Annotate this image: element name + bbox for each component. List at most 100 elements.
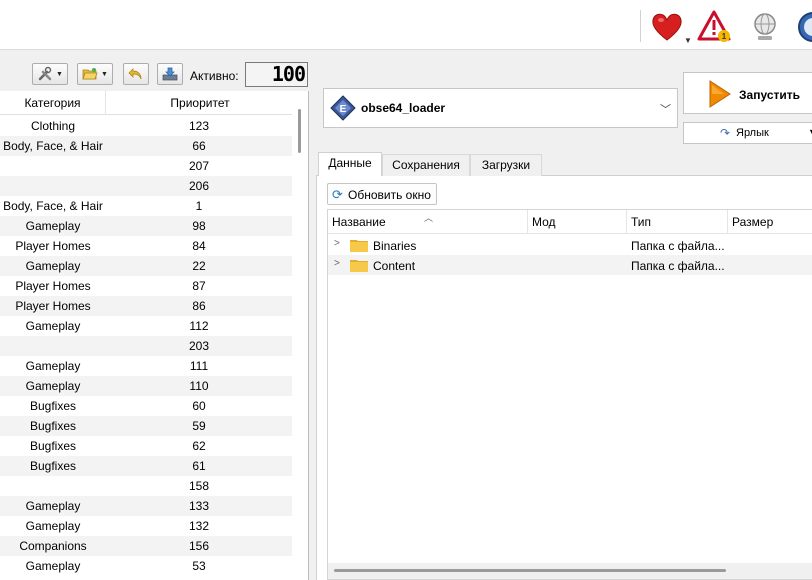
file-tree-row[interactable]: > Binaries Папка с файла...	[328, 235, 812, 255]
executable-name: obse64_loader	[361, 101, 446, 115]
mod-priority: 98	[192, 219, 206, 233]
mod-priority: 133	[188, 499, 210, 513]
mod-row[interactable]: Body, Face, & Hair 1	[0, 196, 292, 216]
column-header-type[interactable]: Тип	[627, 210, 728, 234]
mod-list-scrollbar[interactable]	[292, 91, 308, 580]
mod-category	[0, 156, 106, 176]
refresh-icon: ⟳	[332, 187, 343, 202]
file-tree-header: ︿ Название Мод Тип Размер	[328, 210, 812, 234]
folder-icon	[350, 260, 368, 272]
column-header-category[interactable]: Категория	[0, 91, 106, 115]
tab-saves[interactable]: Сохранения	[382, 154, 470, 176]
top-toolbar: ▼ 1	[0, 0, 812, 50]
warning-icon[interactable]: 1	[697, 9, 731, 43]
mod-list-rows: Clothing 123 Body, Face, & Hair 66 207 206 Bod…	[0, 116, 292, 576]
mod-priority: 60	[192, 399, 206, 413]
column-header-size[interactable]: Размер	[728, 210, 812, 234]
mod-row[interactable]: Gameplay 112	[0, 316, 292, 336]
mod-row[interactable]: Clothing 123	[0, 116, 292, 136]
mod-row[interactable]: Gameplay 53	[0, 556, 292, 576]
undo-arrow-icon	[128, 68, 142, 80]
mod-row[interactable]: Player Homes 86	[0, 296, 292, 316]
tab-downloads[interactable]: Загрузки	[470, 154, 542, 176]
archive-menu-button[interactable]: ▼	[77, 63, 113, 85]
folder-icon	[350, 240, 368, 252]
executable-icon: E	[330, 95, 356, 121]
mod-category: Gameplay	[25, 219, 81, 233]
mod-category: Player Homes	[15, 279, 91, 293]
mod-priority: 156	[188, 539, 210, 553]
run-button[interactable]: Запустить	[683, 72, 812, 114]
mod-category: Gameplay	[25, 259, 81, 273]
mod-priority: 62	[192, 439, 206, 453]
mod-row[interactable]: Bugfixes 61	[0, 456, 292, 476]
column-header-mod[interactable]: Мод	[528, 210, 627, 234]
chevron-right-icon[interactable]: >	[334, 238, 340, 249]
mod-row[interactable]: Companions 156	[0, 536, 292, 556]
mod-row[interactable]: 158	[0, 476, 292, 496]
dropdown-caret-icon: ▼	[684, 36, 692, 45]
file-tree-row[interactable]: > Content Папка с файла...	[328, 255, 812, 275]
nexus-globe-icon[interactable]	[748, 10, 782, 44]
mod-list-header: Категория Приоритет	[0, 91, 292, 115]
mod-priority: 59	[192, 419, 206, 433]
right-panel-tabs: Данные Сохранения Загрузки	[316, 152, 812, 177]
undo-button[interactable]	[123, 63, 149, 85]
mod-row[interactable]: 206	[0, 176, 292, 196]
file-tree-name: Binaries	[373, 239, 417, 253]
mod-row[interactable]: Gameplay 111	[0, 356, 292, 376]
data-file-tree: ︿ Название Мод Тип Размер > Binaries Папк…	[327, 209, 812, 580]
file-tree-hscrollbar[interactable]	[328, 563, 812, 579]
mod-row[interactable]: Player Homes 87	[0, 276, 292, 296]
mod-row[interactable]: Player Homes 84	[0, 236, 292, 256]
scrollbar-thumb[interactable]	[298, 109, 301, 153]
shortcut-button[interactable]: ↷ Ярлык ▼	[683, 122, 812, 144]
mod-row[interactable]: Bugfixes 59	[0, 416, 292, 436]
column-header-name-label: Название	[332, 215, 386, 229]
mod-row[interactable]: 207	[0, 156, 292, 176]
export-button[interactable]	[157, 63, 183, 85]
mod-category	[0, 336, 106, 356]
column-header-priority[interactable]: Приоритет	[107, 91, 293, 115]
mod-priority: 110	[189, 379, 209, 393]
tools-menu-button[interactable]: ▼	[32, 63, 68, 85]
mod-priority: 86	[192, 299, 206, 313]
mod-row[interactable]: 203	[0, 336, 292, 356]
column-header-name[interactable]: ︿ Название	[328, 210, 528, 234]
mod-category: Body, Face, & Hair	[3, 139, 103, 153]
mod-category: Player Homes	[15, 239, 91, 253]
mod-category: Player Homes	[15, 299, 91, 313]
mod-category: Gameplay	[25, 379, 81, 393]
mod-category: Body, Face, & Hair	[3, 199, 103, 213]
scrollbar-thumb[interactable]	[334, 569, 726, 572]
mod-row[interactable]: Gameplay 110	[0, 376, 292, 396]
active-count-display: 100	[245, 62, 308, 87]
chevron-right-icon[interactable]: >	[334, 258, 340, 269]
mod-row[interactable]: Bugfixes 62	[0, 436, 292, 456]
mod-category: Gameplay	[25, 319, 81, 333]
folder-open-icon	[82, 68, 98, 80]
tab-data[interactable]: Данные	[318, 152, 382, 177]
mod-category: Gameplay	[25, 559, 81, 573]
refresh-button-label: Обновить окно	[348, 188, 431, 202]
mod-row[interactable]: Gameplay 133	[0, 496, 292, 516]
file-tree-type: Папка с файла...	[631, 259, 725, 273]
export-tray-icon	[162, 67, 178, 81]
profile-icon[interactable]	[796, 10, 812, 44]
mod-priority: 132	[188, 519, 210, 533]
mod-priority: 53	[192, 559, 206, 573]
mod-row[interactable]: Bugfixes 60	[0, 396, 292, 416]
mod-row[interactable]: Gameplay 132	[0, 516, 292, 536]
executable-select[interactable]: E obse64_loader ﹀	[323, 88, 678, 128]
mod-category: Companions	[19, 539, 87, 553]
mod-category: Gameplay	[25, 499, 81, 513]
refresh-button[interactable]: ⟳ Обновить окно	[327, 183, 437, 205]
mod-row[interactable]: Gameplay 22	[0, 256, 292, 276]
endorse-heart-icon[interactable]: ▼	[650, 10, 692, 45]
data-tab-panel: ⟳ Обновить окно ︿ Название Мод Тип Размер…	[316, 176, 812, 580]
mod-category: Bugfixes	[29, 419, 77, 433]
mod-row[interactable]: Body, Face, & Hair 66	[0, 136, 292, 156]
play-icon	[709, 80, 731, 108]
mod-priority: 111	[189, 359, 209, 373]
mod-row[interactable]: Gameplay 98	[0, 216, 292, 236]
